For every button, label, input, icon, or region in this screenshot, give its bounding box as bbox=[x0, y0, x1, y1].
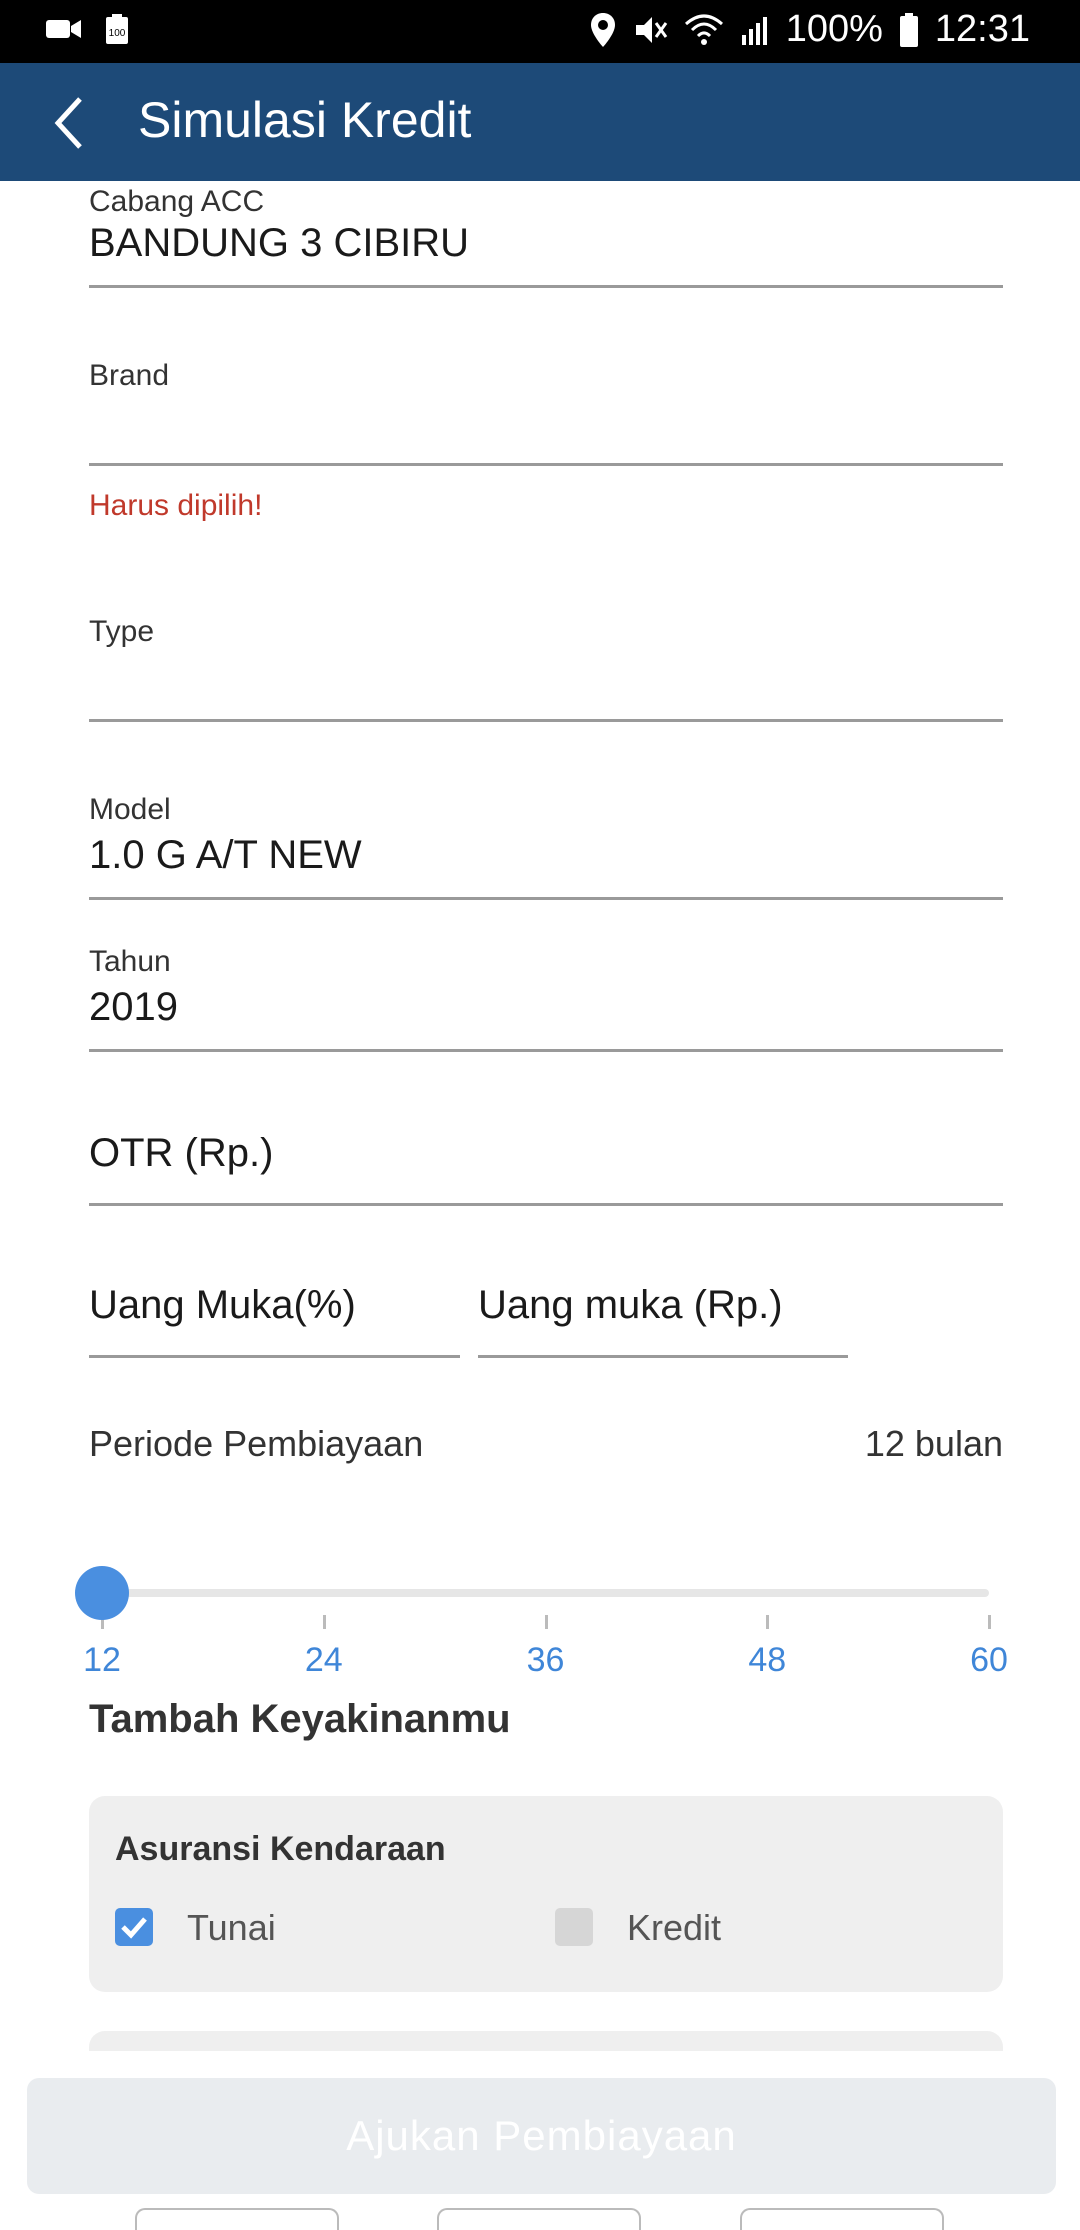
brand-error-text: Harus dipilih! bbox=[89, 489, 263, 522]
submit-button[interactable]: Ajukan Pembiayaan bbox=[27, 2078, 1056, 2194]
type-label: Type bbox=[89, 615, 155, 648]
insurance-title: Asuransi Kendaraan bbox=[115, 1830, 446, 1868]
page-title: Simulasi Kredit bbox=[138, 92, 472, 148]
slider-track[interactable] bbox=[102, 1589, 989, 1597]
cabang-underline bbox=[89, 285, 1003, 288]
slider-tick-label: 48 bbox=[748, 1641, 787, 1679]
uang-muka-rp-input[interactable]: Uang muka (Rp.) bbox=[478, 1283, 848, 1363]
cabang-label: Cabang ACC bbox=[89, 185, 265, 218]
period-label: Periode Pembiayaan bbox=[89, 1423, 424, 1464]
battery-100-icon: 100 bbox=[106, 14, 128, 44]
svg-text:100: 100 bbox=[109, 28, 126, 39]
insurance-card: Asuransi Kendaraan Tunai Kredit bbox=[89, 1796, 1003, 1992]
status-bar: 100 100% 12:31 bbox=[0, 0, 1080, 63]
cabang-value: BANDUNG 3 CIBIRU bbox=[89, 221, 470, 265]
slider-tick-label: 36 bbox=[526, 1641, 565, 1679]
slider-tick-label: 60 bbox=[970, 1641, 1008, 1679]
submit-label: Ajukan Pembiayaan bbox=[346, 2112, 737, 2159]
otr-placeholder: OTR (Rp.) bbox=[89, 1131, 274, 1175]
back-button[interactable] bbox=[50, 95, 100, 151]
checkbox-kredit[interactable] bbox=[555, 1908, 593, 1946]
slider-tick bbox=[988, 1615, 991, 1629]
label-kredit: Kredit bbox=[627, 1907, 722, 1948]
tahun-field[interactable]: Tahun 2019 bbox=[89, 945, 1003, 1055]
bottom-tab-peek bbox=[135, 2208, 339, 2230]
brand-underline bbox=[89, 463, 1003, 466]
checkbox-tunai[interactable] bbox=[115, 1908, 153, 1946]
back-arrow-icon bbox=[54, 97, 82, 149]
model-label: Model bbox=[89, 793, 171, 826]
section-title: Tambah Keyakinanmu bbox=[89, 1697, 511, 1741]
slider-tick-label: 24 bbox=[304, 1641, 343, 1679]
type-underline bbox=[89, 719, 1003, 722]
form-content: Cabang ACC BANDUNG 3 CIBIRU Brand Harus … bbox=[0, 181, 1080, 2051]
model-field[interactable]: Model 1.0 G A/T NEW bbox=[89, 793, 1003, 903]
tahun-label: Tahun bbox=[89, 945, 171, 978]
battery-icon bbox=[899, 12, 918, 47]
uang-muka-percent-input[interactable]: Uang Muka(%) bbox=[89, 1283, 460, 1363]
bottom-tab-peek bbox=[437, 2208, 641, 2230]
uang-muka-percent-underline bbox=[89, 1355, 460, 1358]
period-value: 12 bulan bbox=[864, 1423, 1003, 1464]
slider-tick bbox=[322, 1615, 326, 1629]
slider-tick bbox=[766, 1615, 770, 1629]
next-card-peek bbox=[89, 2031, 1003, 2051]
option-kredit[interactable]: Kredit bbox=[555, 1907, 855, 1952]
tahun-value: 2019 bbox=[89, 985, 178, 1029]
slider-tick bbox=[544, 1615, 548, 1629]
location-icon bbox=[590, 12, 615, 47]
cabang-field[interactable]: Cabang ACC BANDUNG 3 CIBIRU bbox=[89, 181, 1003, 291]
check-icon bbox=[121, 1917, 147, 1939]
slider-tick-label: 12 bbox=[83, 1641, 121, 1679]
type-field[interactable]: Type bbox=[89, 615, 1003, 725]
signal-icon bbox=[741, 16, 767, 45]
status-bar-left: 100 bbox=[46, 14, 130, 44]
bottom-tab-peek bbox=[740, 2208, 944, 2230]
wifi-icon bbox=[684, 14, 723, 45]
brand-label: Brand bbox=[89, 359, 170, 392]
video-camera-icon bbox=[46, 20, 81, 38]
tahun-underline bbox=[89, 1049, 1003, 1052]
option-tunai[interactable]: Tunai bbox=[115, 1907, 415, 1952]
uang-muka-percent-placeholder: Uang Muka(%) bbox=[89, 1283, 356, 1327]
mute-icon bbox=[635, 16, 667, 43]
model-value: 1.0 G A/T NEW bbox=[89, 833, 362, 877]
otr-underline bbox=[89, 1203, 1003, 1206]
label-tunai: Tunai bbox=[187, 1907, 276, 1948]
model-underline bbox=[89, 897, 1003, 900]
uang-muka-rp-underline bbox=[478, 1355, 848, 1358]
status-bar-right: 100% 12:31 bbox=[590, 8, 1030, 51]
uang-muka-rp-placeholder: Uang muka (Rp.) bbox=[478, 1283, 783, 1327]
brand-field[interactable]: Brand bbox=[89, 359, 1003, 469]
slider-thumb[interactable] bbox=[75, 1566, 129, 1620]
otr-input[interactable]: OTR (Rp.) bbox=[89, 1131, 1003, 1211]
clock: 12:31 bbox=[934, 8, 1030, 50]
period-slider[interactable]: 12 24 36 48 60 bbox=[0, 1549, 1080, 1699]
battery-percent: 100% bbox=[785, 8, 883, 50]
app-bar: Simulasi Kredit bbox=[0, 63, 1080, 181]
